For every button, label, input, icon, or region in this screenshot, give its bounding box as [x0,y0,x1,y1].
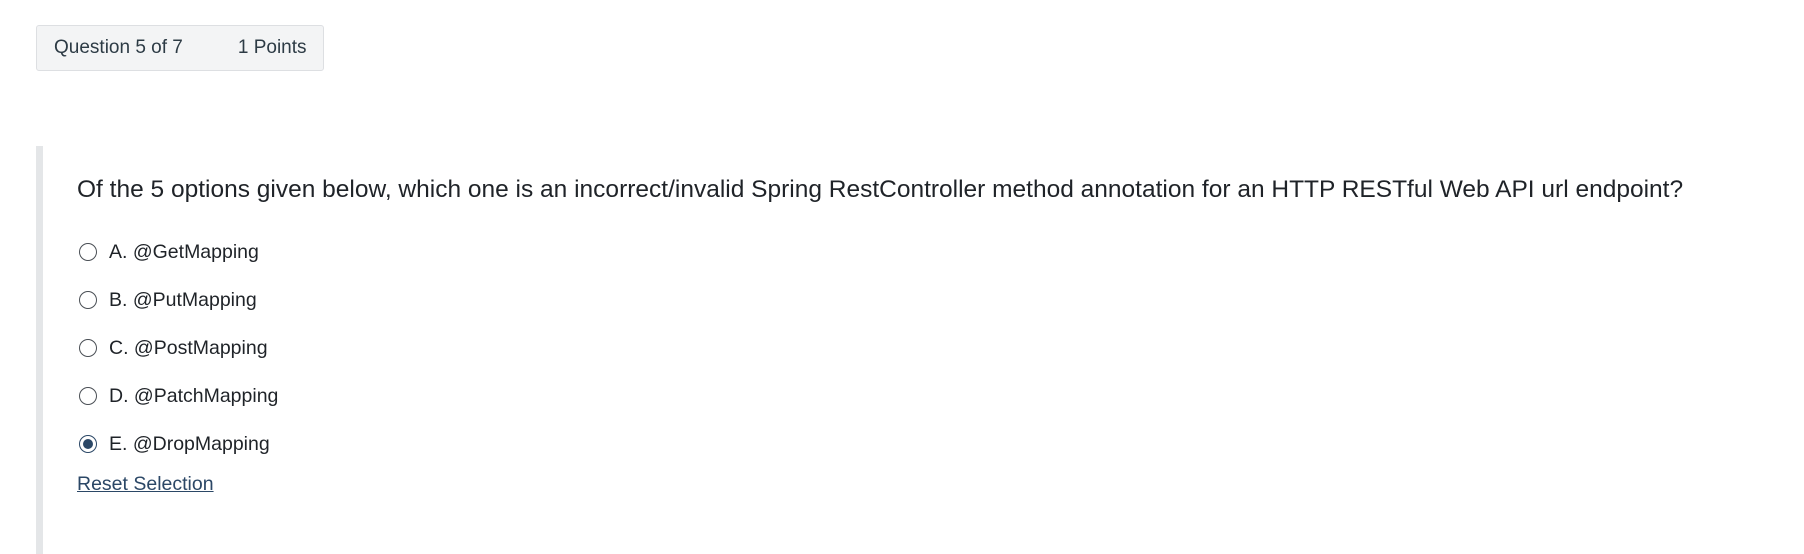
question-text: Of the 5 options given below, which one … [77,176,1684,203]
answer-label-b: B. @PutMapping [109,288,257,311]
answer-option-b[interactable]: B. @PutMapping [77,276,278,324]
answer-list: A. @GetMapping B. @PutMapping C. @PostMa… [77,228,278,468]
radio-button-e[interactable] [79,435,97,453]
answer-label-c: C. @PostMapping [109,336,268,359]
radio-button-b[interactable] [79,291,97,309]
question-panel: Of the 5 options given below, which one … [36,146,1804,554]
answer-label-e: E. @DropMapping [109,432,270,455]
answer-option-c[interactable]: C. @PostMapping [77,324,278,372]
radio-button-c[interactable] [79,339,97,357]
answer-option-e[interactable]: E. @DropMapping [77,420,278,468]
radio-button-d[interactable] [79,387,97,405]
radio-button-a[interactable] [79,243,97,261]
question-number: Question 5 of 7 [54,37,183,58]
question-header: Question 5 of 7 1 Points [36,25,324,71]
question-points: 1 Points [237,37,307,58]
answer-label-d: D. @PatchMapping [109,384,279,407]
answer-option-d[interactable]: D. @PatchMapping [77,372,278,420]
quiz-page: Question 5 of 7 1 Points Of the 5 option… [0,0,1804,554]
reset-selection-link[interactable]: Reset Selection [77,473,214,496]
answer-label-a: A. @GetMapping [109,240,259,263]
answer-option-a[interactable]: A. @GetMapping [77,228,278,276]
